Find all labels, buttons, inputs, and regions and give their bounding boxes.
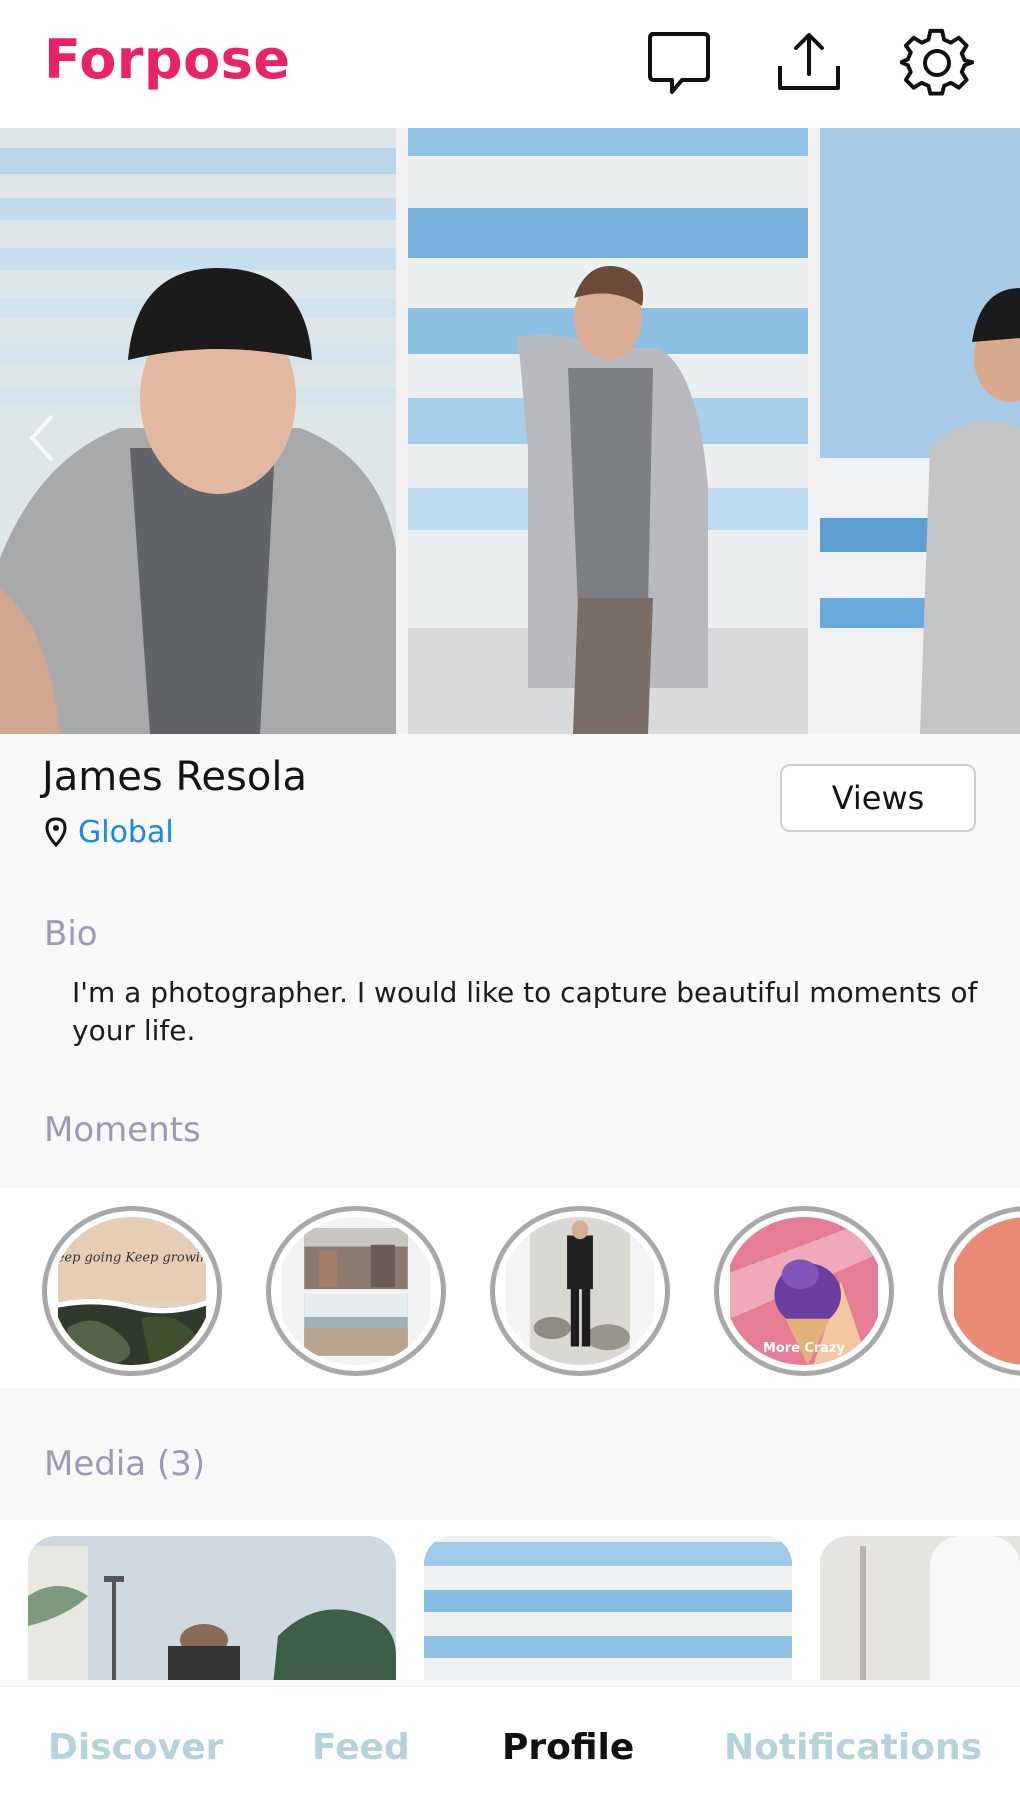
- app-logo: Forpose: [44, 28, 291, 91]
- moment-item[interactable]: [266, 1206, 446, 1376]
- location-pin-icon: [44, 817, 68, 847]
- profile-name: James Resola: [42, 754, 307, 800]
- media-item[interactable]: [28, 1536, 396, 1680]
- moment-item[interactable]: More Crazy: [714, 1206, 894, 1376]
- bio-title: Bio: [44, 914, 98, 954]
- profile-content: James Resola Global Views Bio I'm a phot…: [0, 734, 1020, 1813]
- moment-item[interactable]: [938, 1206, 1020, 1376]
- moments-strip[interactable]: Keep going Keep growing More Crazy: [0, 1188, 1020, 1388]
- profile-photo-3[interactable]: [820, 128, 1020, 734]
- bottom-nav: Discover Feed Profile Notifications: [0, 1686, 1020, 1813]
- nav-notifications[interactable]: Notifications: [724, 1727, 982, 1768]
- nav-profile[interactable]: Profile: [502, 1727, 634, 1768]
- media-item[interactable]: [820, 1536, 1020, 1680]
- bio-text: I'm a photographer. I would like to capt…: [72, 976, 978, 1047]
- location-text[interactable]: Global: [78, 815, 174, 850]
- profile-photo-2[interactable]: [408, 128, 808, 734]
- share-upload-icon[interactable]: [772, 26, 846, 100]
- media-title: Media (3): [44, 1444, 206, 1484]
- media-grid[interactable]: [0, 1520, 1020, 1680]
- moment-item[interactable]: Keep going Keep growing: [42, 1206, 222, 1376]
- nav-feed[interactable]: Feed: [312, 1727, 410, 1768]
- moment-caption: Keep going Keep growing: [53, 1250, 211, 1265]
- moments-title: Moments: [44, 1110, 201, 1150]
- nav-discover[interactable]: Discover: [48, 1727, 223, 1768]
- profile-photo-carousel[interactable]: [0, 128, 1020, 734]
- app-header: Forpose: [0, 0, 1020, 128]
- profile-location[interactable]: Global: [44, 814, 174, 850]
- chat-bubble-icon[interactable]: [642, 26, 716, 100]
- gear-icon[interactable]: [899, 26, 975, 100]
- carousel-prev-icon[interactable]: [22, 408, 62, 468]
- media-item[interactable]: [424, 1536, 792, 1680]
- views-button[interactable]: Views: [780, 764, 976, 832]
- moment-item[interactable]: [490, 1206, 670, 1376]
- moment-caption: More Crazy: [763, 1341, 846, 1356]
